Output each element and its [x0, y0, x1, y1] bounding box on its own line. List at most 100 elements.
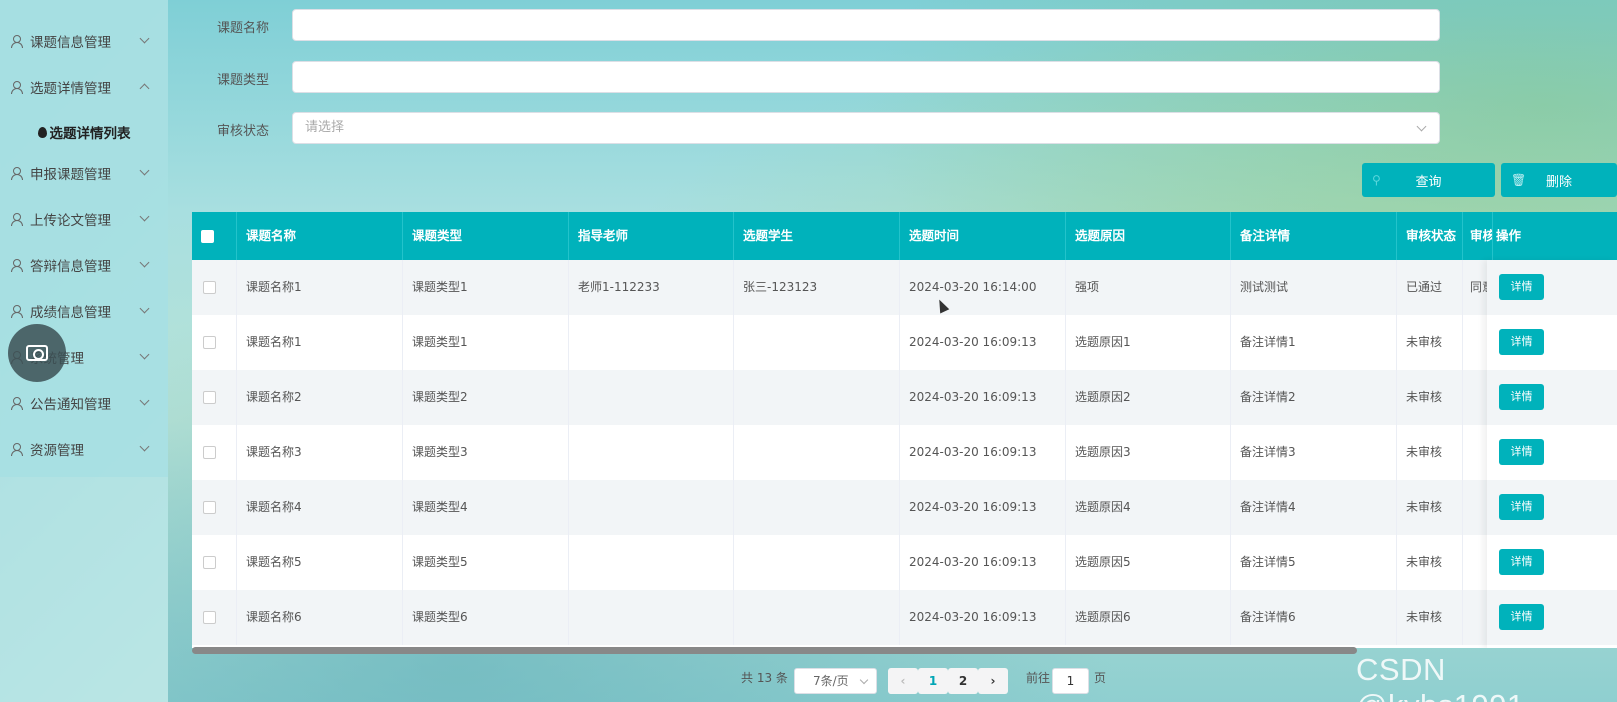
page-size-value: 7条/页 — [813, 674, 849, 688]
cell-reason: 选题原因5 — [1066, 535, 1231, 590]
cell-status: 未审核 — [1397, 480, 1463, 535]
cell-student — [734, 590, 900, 645]
topic-name-input[interactable] — [292, 9, 1440, 41]
review-status-label: 审核状态 — [217, 124, 270, 139]
sidebar-item-upload-paper[interactable]: 上传论文管理 — [0, 196, 168, 242]
col-student[interactable]: 选题学生 — [734, 212, 900, 260]
page-button-1[interactable]: 1 — [918, 668, 948, 694]
table-row[interactable]: 课题名称6 课题类型6 2024-03-20 16:09:13 选题原因6 备注详情6 未… — [192, 590, 1617, 645]
table-row[interactable]: 课题名称1 课题类型1 老师1-112233 张三-123123 2024-03-20 … — [192, 260, 1617, 315]
goto-prefix: 前往 — [1026, 671, 1051, 685]
cell-teacher — [569, 590, 734, 645]
sidebar-item-selection-detail[interactable]: 选题详情管理 — [0, 64, 168, 110]
cell-teacher — [569, 425, 734, 480]
col-actions: 操作 — [1496, 228, 1522, 243]
col-topic-type[interactable]: 课题类型 — [403, 212, 569, 260]
cell-time: 2024-03-20 16:09:13 — [900, 480, 1066, 535]
cell-teacher: 老师1-112233 — [569, 260, 734, 315]
cell-student — [734, 480, 900, 535]
col-status[interactable]: 审核状态 — [1397, 212, 1463, 260]
cell-reason: 选题原因2 — [1066, 370, 1231, 425]
cell-topic-name: 课题名称3 — [237, 425, 403, 480]
goto-page-input[interactable]: 1 — [1052, 668, 1089, 694]
row-checkbox[interactable] — [203, 501, 216, 514]
cell-student: 张三-123123 — [734, 260, 900, 315]
row-checkbox[interactable] — [203, 336, 216, 349]
page-button-2[interactable]: 2 — [948, 668, 978, 694]
sidebar-item-notice[interactable]: 公告通知管理 — [0, 380, 168, 426]
chevron-down-icon — [139, 303, 150, 314]
cell-student — [734, 370, 900, 425]
screenshot-camera-button[interactable] — [8, 324, 66, 382]
sidebar-item-label: 申报课题管理 — [30, 167, 111, 183]
table-row[interactable]: 课题名称5 课题类型5 2024-03-20 16:09:13 选题原因5 备注详情5 未… — [192, 535, 1617, 590]
user-icon — [10, 34, 24, 48]
sidebar-item-topic-info[interactable]: 课题信息管理 — [0, 18, 168, 64]
sidebar-item-resource[interactable]: 资源管理 — [0, 426, 168, 472]
topic-type-input[interactable] — [292, 61, 1440, 93]
cell-time: 2024-03-20 16:09:13 — [900, 590, 1066, 645]
col-topic-name[interactable]: 课题名称 — [237, 212, 403, 260]
col-teacher[interactable]: 指导老师 — [569, 212, 734, 260]
cell-remark: 备注详情4 — [1231, 480, 1397, 535]
chevron-down-icon — [139, 395, 150, 406]
row-checkbox[interactable] — [203, 446, 216, 459]
sidebar-item-declare-topic[interactable]: 申报课题管理 — [0, 150, 168, 196]
cell-reason: 选题原因3 — [1066, 425, 1231, 480]
cell-topic-type: 课题类型2 — [403, 370, 569, 425]
cell-time: 2024-03-20 16:14:00 — [900, 260, 1066, 315]
cell-time: 2024-03-20 16:09:13 — [900, 370, 1066, 425]
sidebar-subitem-selection-list[interactable]: 选题详情列表 — [0, 118, 168, 146]
row-select-cell — [192, 590, 237, 645]
cell-topic-type: 课题类型4 — [403, 480, 569, 535]
row-checkbox[interactable] — [203, 281, 216, 294]
row-checkbox[interactable] — [203, 556, 216, 569]
next-page-button[interactable]: › — [978, 668, 1008, 694]
actions-column-shadow — [1487, 260, 1617, 648]
row-select-cell — [192, 480, 237, 535]
cell-student — [734, 425, 900, 480]
camera-icon — [26, 345, 48, 361]
chevron-up-icon — [139, 83, 150, 94]
table-row[interactable]: 课题名称3 课题类型3 2024-03-20 16:09:13 选题原因3 备注详情3 未… — [192, 425, 1617, 480]
cell-teacher — [569, 370, 734, 425]
col-remark[interactable]: 备注详情 — [1231, 212, 1397, 260]
query-button[interactable]: ⚲ 查询 — [1362, 163, 1495, 197]
cell-status: 未审核 — [1397, 425, 1463, 480]
row-select-cell — [192, 260, 237, 315]
select-all-cell — [192, 212, 237, 260]
cell-topic-type: 课题类型6 — [403, 590, 569, 645]
cell-topic-type: 课题类型1 — [403, 260, 569, 315]
cell-status: 未审核 — [1397, 370, 1463, 425]
sidebar-item-defense-info[interactable]: 答辩信息管理 — [0, 242, 168, 288]
chevron-down-icon — [139, 257, 150, 268]
prev-page-button[interactable]: ‹ — [888, 668, 918, 694]
cell-topic-name: 课题名称1 — [237, 315, 403, 370]
chevron-down-icon — [139, 349, 150, 360]
cell-remark: 备注详情6 — [1231, 590, 1397, 645]
page-size-select[interactable]: 7条/页 — [794, 668, 877, 694]
delete-button[interactable]: 🗑 删除 — [1501, 163, 1617, 197]
table-row[interactable]: 课题名称4 课题类型4 2024-03-20 16:09:13 选题原因4 备注详情4 未… — [192, 480, 1617, 535]
cell-time: 2024-03-20 16:09:13 — [900, 425, 1066, 480]
sidebar-item-label: 课题信息管理 — [30, 35, 111, 51]
table-row[interactable]: 课题名称1 课题类型1 2024-03-20 16:09:13 选题原因1 备注详情1 未… — [192, 315, 1617, 370]
row-checkbox[interactable] — [203, 611, 216, 624]
table-row[interactable]: 课题名称2 课题类型2 2024-03-20 16:09:13 选题原因2 备注详情2 未… — [192, 370, 1617, 425]
cell-topic-name: 课题名称6 — [237, 590, 403, 645]
topic-type-label: 课题类型 — [217, 73, 270, 88]
cell-reason: 强项 — [1066, 260, 1231, 315]
chevron-down-icon — [139, 165, 150, 176]
col-reason[interactable]: 选题原因 — [1066, 212, 1231, 260]
select-all-checkbox[interactable] — [201, 230, 214, 243]
horizontal-scrollbar[interactable] — [192, 647, 1357, 654]
chevron-down-icon — [139, 33, 150, 44]
row-checkbox[interactable] — [203, 391, 216, 404]
sidebar-item-label: 资源管理 — [30, 443, 84, 459]
sidebar-footer-area — [0, 477, 168, 702]
col-time[interactable]: 选题时间 — [900, 212, 1066, 260]
cell-topic-name: 课题名称5 — [237, 535, 403, 590]
review-status-select[interactable]: 请选择 — [292, 112, 1440, 144]
cell-remark: 备注详情5 — [1231, 535, 1397, 590]
user-icon — [10, 212, 24, 226]
